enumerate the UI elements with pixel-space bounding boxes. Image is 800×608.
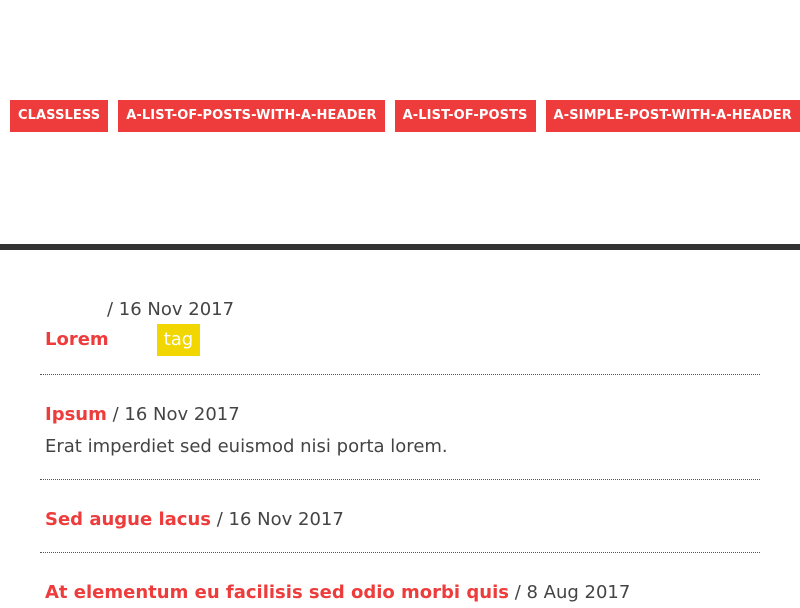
post-title-link[interactable]: Sed augue lacus — [45, 509, 211, 530]
post-date: 16 Nov 2017 — [124, 404, 240, 425]
post-separator: / — [112, 404, 125, 425]
post-title-link[interactable]: Ipsum — [45, 404, 107, 425]
nav-button-simple-post-with-header[interactable]: A-SIMPLE-POST-WITH-A-HEADER — [545, 100, 800, 132]
nav-button-classless[interactable]: CLASSLESS — [10, 100, 109, 132]
post-item: / 16 Nov 2017 Lorem tag — [40, 250, 760, 375]
post-date: 16 Nov 2017 — [228, 509, 344, 530]
post-meta: At elementum eu facilisis sed odio morbi… — [45, 578, 760, 608]
nav-button-list-of-posts[interactable]: A-LIST-OF-POSTS — [394, 100, 536, 132]
nav-button-list-of-posts-with-header[interactable]: A-LIST-OF-POSTS-WITH-A-HEADER — [118, 100, 385, 132]
post-meta: Sed augue lacus / 16 Nov 2017 — [45, 505, 760, 535]
top-nav: CLASSLESS A-LIST-OF-POSTS-WITH-A-HEADER … — [10, 100, 800, 132]
post-item: Sed augue lacus / 16 Nov 2017 — [40, 480, 760, 553]
post-list: / 16 Nov 2017 Lorem tag Ipsum / 16 Nov 2… — [40, 250, 760, 608]
post-date: 16 Nov 2017 — [118, 299, 235, 320]
post-item: Ipsum / 16 Nov 2017 Erat imperdiet sed e… — [40, 375, 760, 480]
post-separator: / — [216, 509, 229, 530]
post-title-link[interactable]: Lorem — [45, 325, 109, 355]
post-separator: / — [107, 299, 119, 320]
post-meta: Ipsum / 16 Nov 2017 — [45, 400, 760, 430]
post-meta: / 16 Nov 2017 — [45, 295, 760, 325]
post-title-row: Lorem tag — [45, 324, 760, 356]
post-tag[interactable]: tag — [156, 324, 201, 356]
post-excerpt: Erat imperdiet sed euismod nisi porta lo… — [45, 436, 448, 457]
